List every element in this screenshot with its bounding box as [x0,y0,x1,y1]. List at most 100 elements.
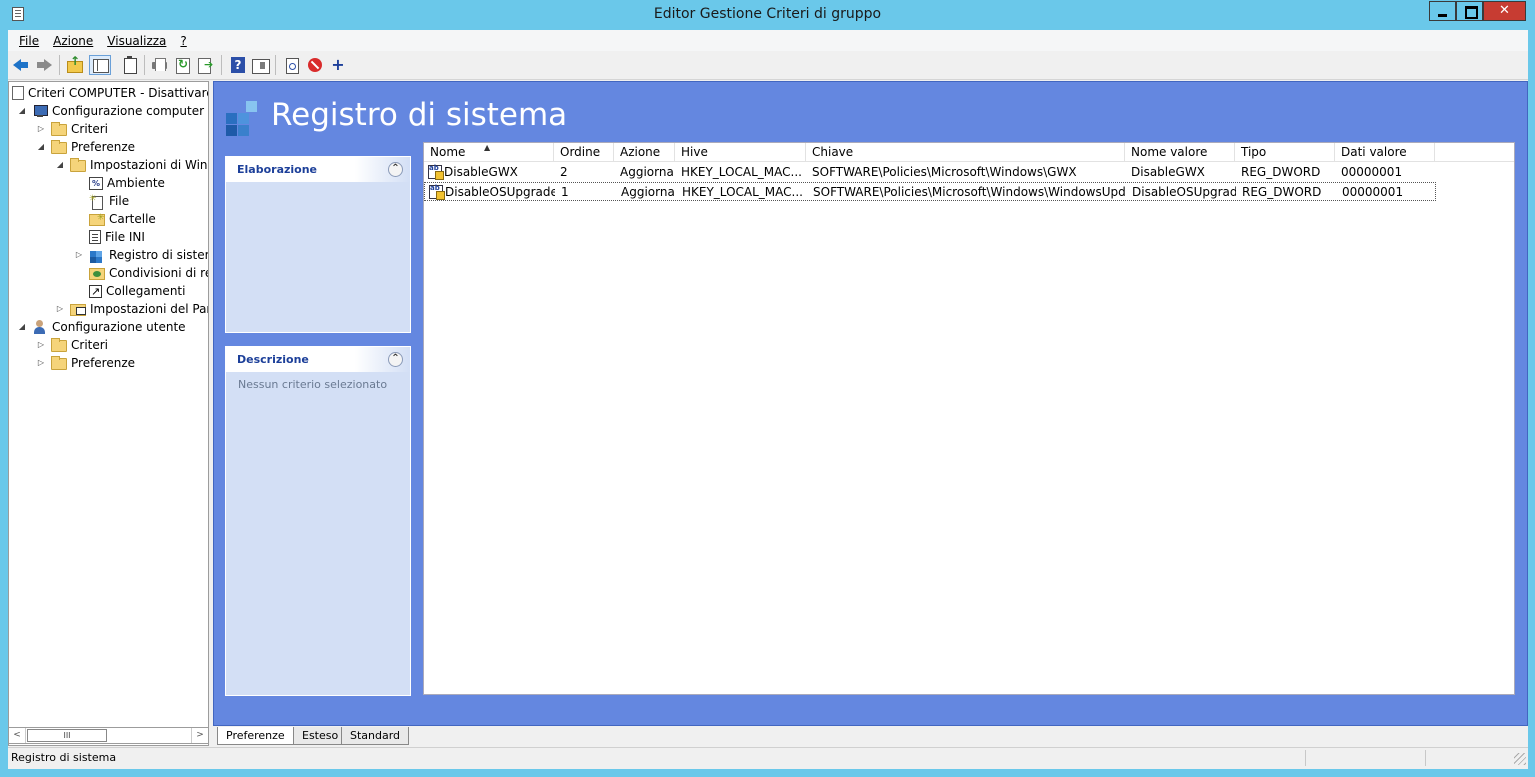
stop-icon[interactable] [306,56,324,74]
show-tree-icon[interactable] [89,55,111,75]
column-header-azione[interactable]: Azione [614,143,675,162]
folder-icon [51,140,67,154]
refresh-icon[interactable] [174,56,192,74]
toolbar-separator [275,55,276,75]
tree-item-collegamenti[interactable]: Collegamenti [89,282,186,301]
tab-esteso[interactable]: Esteso [293,727,348,745]
action-pane-icon[interactable] [251,56,270,74]
collapse-arrow-icon[interactable]: ◢ [36,142,46,152]
tree-item-label: File INI [105,230,145,244]
column-header-dati-valore[interactable]: Dati valore [1335,143,1435,162]
tree-item-control-panel[interactable]: ▷ Impostazioni del Panr [55,300,209,318]
cell-dati: 00000001 [1341,165,1403,179]
tree-item-file[interactable]: File [89,190,129,210]
close-button[interactable] [1483,1,1526,21]
add-icon[interactable]: + [329,56,347,74]
tree-item-label: Condivisioni di ret [109,266,209,280]
print-icon[interactable] [151,56,169,74]
tree-item-cartelle[interactable]: Cartelle [89,209,156,228]
status-divider [1305,750,1306,766]
tree-item-windows-settings[interactable]: ◢ Impostazioni di Windo [55,156,208,174]
help-icon[interactable] [229,56,247,74]
tree-item-label: Collegamenti [106,284,186,298]
toolbar-separator [144,55,145,75]
window-client: File Azione Visualizza ? + Criteri COMPU… [8,30,1528,769]
tree-item-root[interactable]: Criteri COMPUTER - Disattivare I [12,84,208,102]
forward-arrow-icon[interactable] [35,56,53,74]
status-divider [1425,750,1426,766]
toolbar-separator [221,55,222,75]
shortcut-icon [89,283,102,301]
cell-azione: Aggiorna [621,185,675,199]
expand-arrow-icon[interactable]: ▷ [55,304,65,314]
descrizione-text: Nessun criterio selezionato [238,378,388,391]
resize-grip-icon[interactable] [1514,753,1526,765]
tree-item-registro[interactable]: ▷ Registro di sistema [74,246,208,264]
collapse-arrow-icon[interactable]: ◢ [17,106,27,116]
view-tabs: Preferenze Esteso Standard [213,727,1528,746]
table-row[interactable]: DisableGWX 2 Aggiorna HKEY_LOCAL_MAC... … [424,163,1436,182]
network-share-icon [89,268,105,280]
tree-item-label: Preferenze [71,356,136,370]
elaborazione-label: Elaborazione [237,163,318,176]
tree-item-user-config[interactable]: ◢ Configurazione utente [17,318,186,336]
clipboard-icon[interactable] [121,56,139,74]
main-content-area: Registro di sistema Elaborazione ⌃ Descr… [213,81,1528,726]
registry-icon [89,248,105,262]
scroll-left-icon[interactable]: < [9,728,26,743]
tree-item-label: Criteri [71,338,109,352]
table-row[interactable]: DisableOSUpgrade 1 Aggiorna HKEY_LOCAL_M… [424,182,1436,201]
cell-nome-valore: DisableGWX [1131,165,1205,179]
expand-arrow-icon[interactable]: ▷ [74,250,84,260]
cell-ordine: 1 [561,185,569,199]
collapse-arrow-icon[interactable]: ◢ [17,322,27,332]
tree-item-label: Preferenze [71,140,136,154]
descrizione-panel: Descrizione ⌃ Nessun criterio selezionat… [225,346,411,696]
menu-file[interactable]: File [12,34,46,48]
column-header-hive[interactable]: Hive [675,143,806,162]
status-bar: Registro di sistema [8,747,1528,768]
expand-arrow-icon[interactable]: ▷ [36,340,46,350]
cell-chiave: SOFTWARE\Policies\Microsoft\Windows\Wind… [813,185,1126,199]
expand-arrow-icon[interactable]: ▷ [36,124,46,134]
folder-new-icon [89,209,105,227]
maximize-button[interactable] [1456,1,1483,21]
tab-standard[interactable]: Standard [341,727,410,745]
collapse-up-icon[interactable]: ⌃ [388,352,403,367]
registry-large-icon [224,99,264,136]
cell-azione: Aggiorna [620,165,674,179]
tree-item-condivisioni[interactable]: Condivisioni di ret [89,264,209,282]
ini-file-icon [89,230,101,244]
expand-arrow-icon[interactable]: ▷ [36,358,46,368]
scrollbar-thumb[interactable]: III [27,729,107,742]
tree-item-user-criteri[interactable]: ▷ Criteri [36,336,108,354]
back-arrow-icon[interactable] [12,56,30,74]
minimize-button[interactable] [1429,1,1456,21]
tree-item-ambiente[interactable]: % Ambiente [89,174,165,192]
scroll-right-icon[interactable]: > [191,728,208,743]
tree-horizontal-scrollbar[interactable]: < III > [8,727,209,744]
tree-item-file-ini[interactable]: File INI [89,228,145,246]
new-item-icon[interactable] [283,56,301,74]
cell-hive: HKEY_LOCAL_MAC... [681,165,802,179]
tab-preferenze[interactable]: Preferenze [217,727,294,745]
column-header-ordine[interactable]: Ordine [554,143,614,162]
column-header-tipo[interactable]: Tipo [1235,143,1335,162]
column-header-chiave[interactable]: Chiave [806,143,1125,162]
tree-item-user-preferenze[interactable]: ▷ Preferenze [36,354,135,372]
cell-hive: HKEY_LOCAL_MAC... [682,185,803,199]
tree-item-computer-config[interactable]: ◢ Configurazione computer [17,102,204,120]
cell-chiave: SOFTWARE\Policies\Microsoft\Windows\GWX [812,165,1077,179]
menu-visualizza[interactable]: Visualizza [100,34,173,48]
column-header-nome-valore[interactable]: Nome valore [1125,143,1235,162]
folder-up-icon[interactable] [66,54,84,74]
folder-icon [51,356,67,370]
menu-help[interactable]: ? [173,34,193,48]
collapse-arrow-icon[interactable]: ◢ [55,160,65,170]
export-list-icon[interactable] [197,56,215,74]
tree-item-criteri[interactable]: ▷ Criteri [36,120,108,138]
tree-item-preferenze[interactable]: ◢ Preferenze [36,138,135,156]
tree-item-label: Impostazioni del Panr [90,302,209,316]
collapse-up-icon[interactable]: ⌃ [388,162,403,177]
menu-azione[interactable]: Azione [46,34,100,48]
